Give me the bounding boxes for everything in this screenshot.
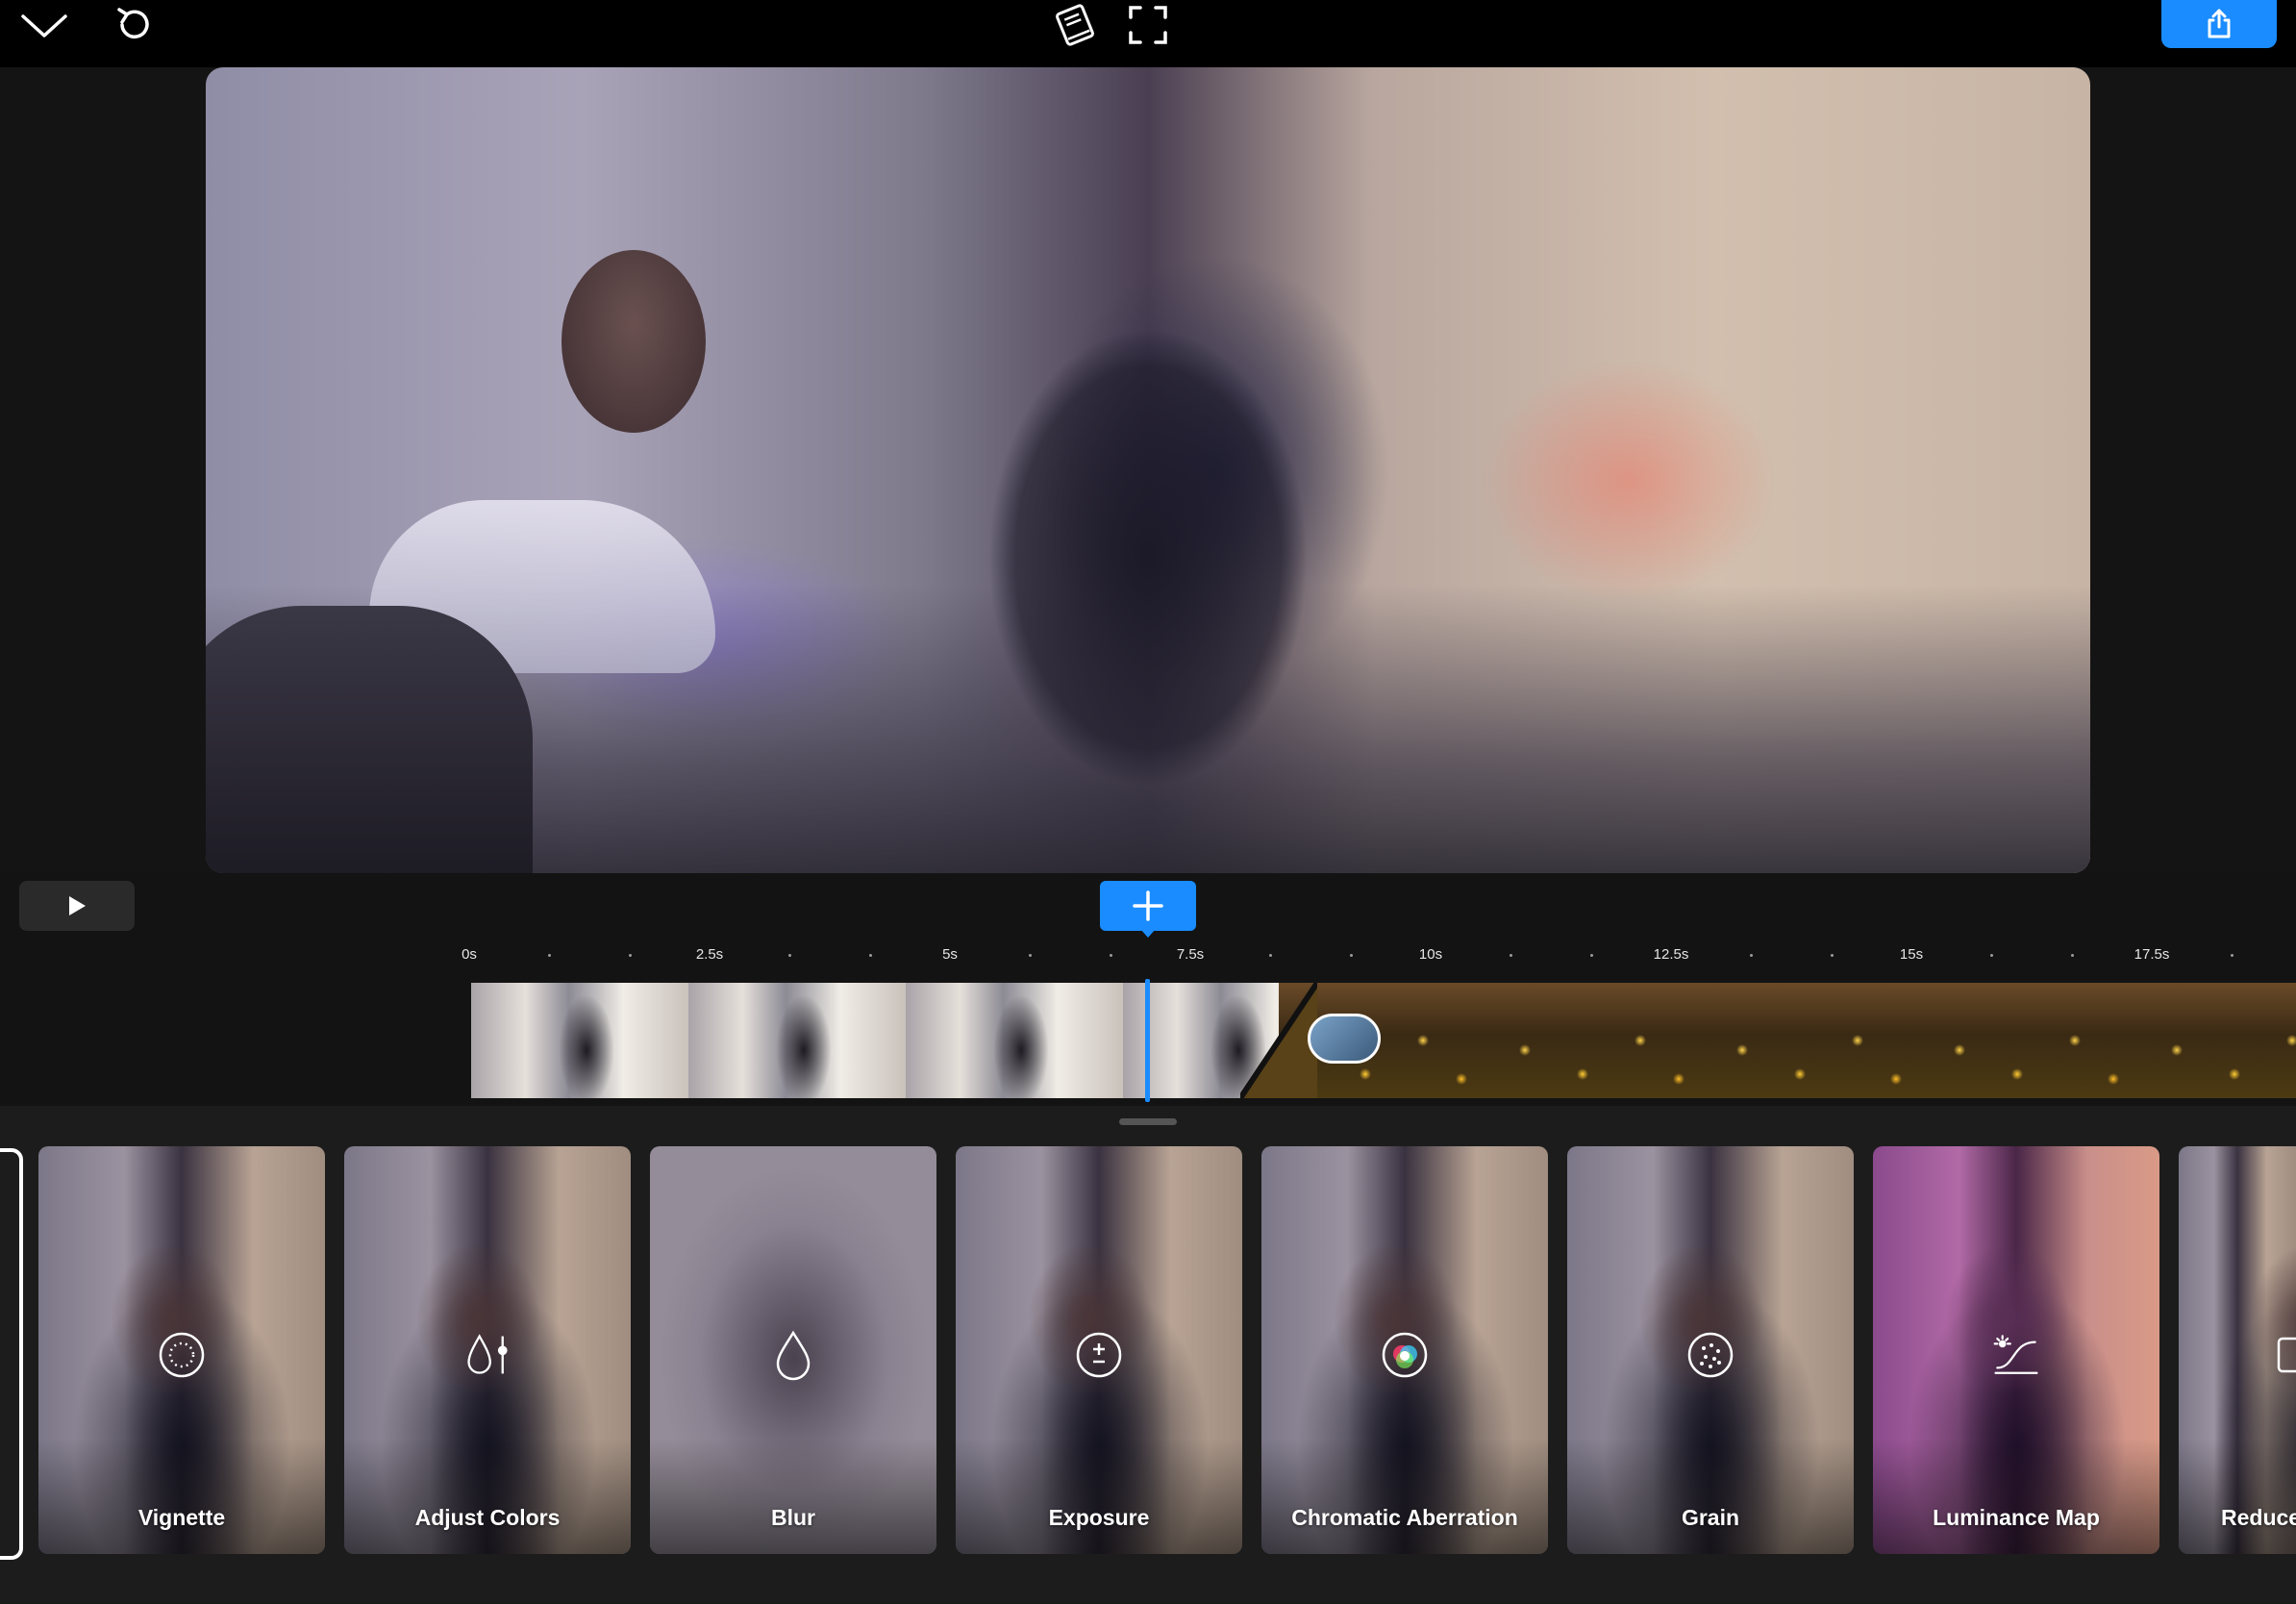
ruler-label: 5s: [942, 946, 958, 963]
add-effect-button[interactable]: [1100, 881, 1196, 938]
vignette-icon: [158, 1331, 206, 1379]
ruler-label: 10s: [1418, 946, 1443, 963]
effect-card-grain[interactable]: Grain: [1567, 1146, 1854, 1554]
effect-card-blur[interactable]: Blur: [650, 1146, 936, 1554]
selected-card-frame[interactable]: [0, 1148, 23, 1560]
card-shade: [2179, 1439, 2296, 1554]
effect-label: Vignette: [137, 1505, 226, 1530]
ruler-dot: [1029, 954, 1032, 957]
share-icon: [2203, 8, 2235, 40]
grain-icon: [1686, 1331, 1734, 1379]
video-clip-lights[interactable]: [1279, 983, 2296, 1098]
effect-card-adjust-colors[interactable]: Adjust Colors: [344, 1146, 631, 1554]
clip-thumbnail: [906, 983, 1124, 1098]
ruler-label: 17.5s: [2134, 946, 2170, 963]
play-icon: [66, 894, 87, 917]
video-preview[interactable]: [206, 67, 2090, 873]
ruler-label: 15s: [1899, 946, 1924, 963]
exposure-icon: [1075, 1331, 1123, 1379]
timeline-track[interactable]: [471, 983, 2296, 1098]
effect-label: Adjust Colors: [414, 1505, 561, 1530]
droplet-icon: [769, 1330, 817, 1381]
clip-thumbnail: [1931, 983, 2149, 1098]
ruler-label: 2.5s: [695, 946, 724, 963]
ruler-dot: [629, 954, 632, 957]
ruler-dot: [2231, 954, 2234, 957]
effect-label: Chromatic Aberration: [1291, 1505, 1518, 1530]
card-shade: [956, 1439, 1242, 1554]
effect-card-chromatic-aberration[interactable]: Chromatic Aberration: [1261, 1146, 1548, 1554]
ruler-label: 12.5s: [1653, 946, 1689, 963]
effect-card-vignette[interactable]: Vignette: [38, 1146, 325, 1554]
ruler-dot: [788, 954, 791, 957]
ruler-dot: [1350, 954, 1353, 957]
ruler-dot: [548, 954, 551, 957]
reduce-icon: [2275, 1331, 2296, 1379]
ruler-dot: [1110, 954, 1112, 957]
clip-thumbnail: [471, 983, 689, 1098]
card-shade: [344, 1439, 631, 1554]
clip-thumbnail: [688, 983, 907, 1098]
export-button[interactable]: [2161, 0, 2277, 48]
book-icon[interactable]: [1048, 2, 1102, 48]
card-shade: [38, 1439, 325, 1554]
clip-thumbnail: [1713, 983, 1932, 1098]
time-ruler[interactable]: 0s 2.5s 5s 7.5s 10s 12.5s 15s 17.5s: [0, 940, 2296, 969]
clip-thumbnail: [2148, 983, 2296, 1098]
video-clip-street[interactable]: [471, 983, 1341, 1098]
effect-card-exposure[interactable]: Exposure: [956, 1146, 1242, 1554]
effect-label: Reduce: [2221, 1505, 2296, 1530]
play-button[interactable]: [19, 881, 135, 931]
adjust-colors-icon: [463, 1331, 512, 1379]
top-toolbar: [0, 0, 2296, 67]
transition-handle[interactable]: [1308, 1014, 1381, 1064]
fullscreen-icon[interactable]: [1123, 2, 1173, 48]
ruler-dot: [2071, 954, 2074, 957]
ruler-label: 7.5s: [1176, 946, 1205, 963]
ruler-dot: [1990, 954, 1993, 957]
effect-card-luminance-map[interactable]: Luminance Map: [1873, 1146, 2159, 1554]
color-wheel-icon: [1381, 1331, 1429, 1379]
ruler-label: 0s: [462, 946, 477, 963]
preview-subject: [879, 135, 1417, 873]
plus-icon: [1132, 890, 1164, 922]
card-shade: [650, 1439, 936, 1554]
preview-car-dark: [206, 606, 533, 873]
ruler-dot: [1750, 954, 1753, 957]
card-shade: [1873, 1439, 2159, 1554]
card-shade: [1261, 1439, 1548, 1554]
effect-label: Exposure: [1048, 1505, 1150, 1530]
effect-card-reduce[interactable]: Reduce: [2179, 1146, 2296, 1554]
ruler-dot: [1831, 954, 1834, 957]
playhead[interactable]: [1145, 979, 1150, 1102]
effect-label: Luminance Map: [1933, 1505, 2100, 1530]
undo-icon[interactable]: [110, 2, 158, 48]
chevron-down-icon[interactable]: [17, 6, 71, 44]
card-shade: [1567, 1439, 1854, 1554]
effect-label: Grain: [1681, 1505, 1740, 1530]
preview-face: [562, 250, 706, 433]
luminance-curve-icon: [1992, 1331, 2040, 1379]
panel-grabber[interactable]: [1119, 1118, 1177, 1125]
ruler-dot: [1269, 954, 1272, 957]
clip-thumbnail: [1496, 983, 1714, 1098]
transition-wipe: [1240, 983, 1317, 1098]
ruler-dot: [869, 954, 872, 957]
ruler-dot: [1590, 954, 1593, 957]
effect-label: Blur: [771, 1505, 815, 1530]
ruler-dot: [1510, 954, 1512, 957]
